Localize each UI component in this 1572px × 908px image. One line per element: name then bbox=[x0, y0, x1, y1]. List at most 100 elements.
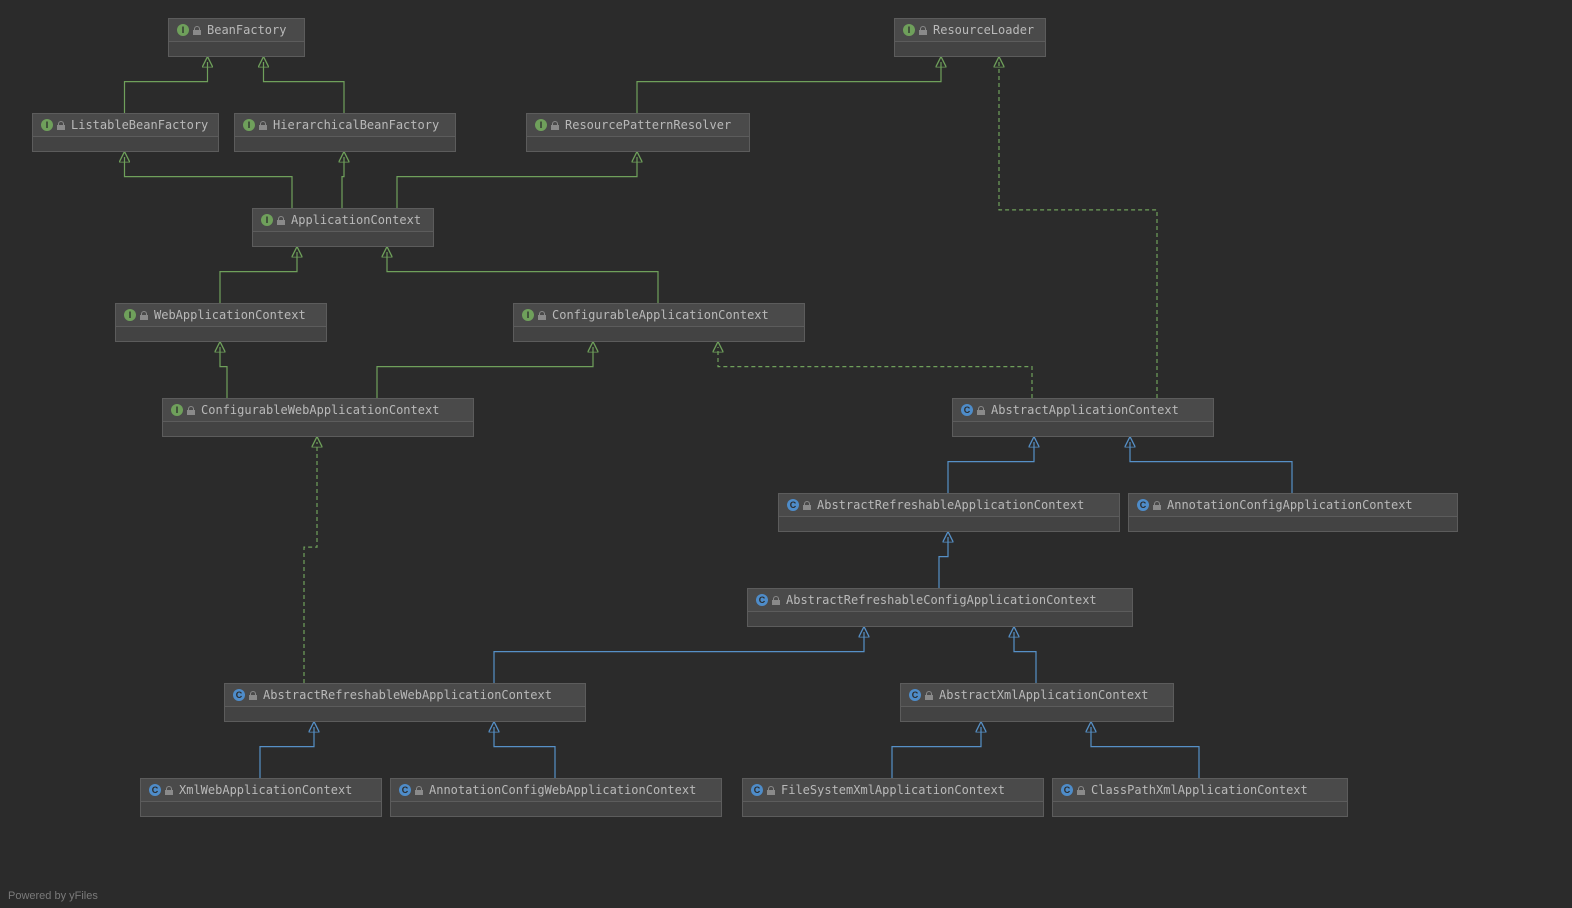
node-label: BeanFactory bbox=[207, 23, 286, 37]
node-body bbox=[163, 422, 473, 436]
node-label: WebApplicationContext bbox=[154, 308, 306, 322]
edge-annCfgWebAppCtx-to-absRefWebAppCtx bbox=[494, 727, 555, 778]
node-label: AbstractRefreshableConfigApplicationCont… bbox=[786, 593, 1097, 607]
class-icon: C bbox=[787, 499, 799, 511]
node-title: IConfigurableWebApplicationContext bbox=[163, 399, 473, 422]
uml-node-hierBF[interactable]: I HierarchicalBeanFactory bbox=[234, 113, 456, 152]
node-label: AbstractApplicationContext bbox=[991, 403, 1179, 417]
interface-icon: I bbox=[522, 309, 534, 321]
footer-text: Powered by yFiles bbox=[8, 890, 98, 902]
lock-icon bbox=[1077, 786, 1085, 795]
node-body bbox=[33, 137, 218, 151]
uml-node-resourceLoader[interactable]: IResourceLoader bbox=[894, 18, 1046, 57]
node-label: XmlWebApplicationContext bbox=[179, 783, 352, 797]
uml-node-beanFactory[interactable]: I BeanFactory bbox=[168, 18, 305, 57]
node-title: IResourceLoader bbox=[895, 19, 1045, 42]
node-title: C ClassPathXmlApplicationContext bbox=[1053, 779, 1347, 802]
node-body bbox=[895, 42, 1045, 56]
node-title: C AnnotationConfigApplicationContext bbox=[1129, 494, 1457, 517]
interface-icon: I bbox=[243, 119, 255, 131]
class-icon: C bbox=[1137, 499, 1149, 511]
node-body bbox=[527, 137, 749, 151]
node-title: CAbstractRefreshableWebApplicationContex… bbox=[225, 684, 585, 707]
node-title: I HierarchicalBeanFactory bbox=[235, 114, 455, 137]
edge-cfgWebAppCtx-to-webAppCtx bbox=[220, 347, 227, 398]
uml-node-absAppCtx[interactable]: C AbstractApplicationContext bbox=[952, 398, 1214, 437]
uml-node-cfgWebAppCtx[interactable]: IConfigurableWebApplicationContext bbox=[162, 398, 474, 437]
node-body bbox=[141, 802, 381, 816]
lock-icon bbox=[57, 121, 65, 130]
lock-icon bbox=[551, 121, 559, 130]
lock-icon bbox=[249, 691, 257, 700]
node-body bbox=[779, 517, 1119, 531]
edge-absRefCfgAppCtx-to-absRefAppCtx bbox=[939, 537, 948, 588]
uml-node-absRefCfgAppCtx[interactable]: C AbstractRefreshableConfigApplicationCon… bbox=[747, 588, 1133, 627]
node-label: AbstractXmlApplicationContext bbox=[939, 688, 1149, 702]
edge-absRefWebAppCtx-to-cfgWebAppCtx bbox=[304, 442, 317, 683]
class-icon: C bbox=[751, 784, 763, 796]
uml-node-annCfgAppCtx[interactable]: C AnnotationConfigApplicationContext bbox=[1128, 493, 1458, 532]
node-title: I WebApplicationContext bbox=[116, 304, 326, 327]
edge-xmlWebAppCtx-to-absRefWebAppCtx bbox=[260, 727, 314, 778]
uml-node-absRefAppCtx[interactable]: C AbstractRefreshableApplicationContext bbox=[778, 493, 1120, 532]
lock-icon bbox=[193, 26, 201, 35]
interface-icon: I bbox=[124, 309, 136, 321]
class-icon: C bbox=[399, 784, 411, 796]
node-label: HierarchicalBeanFactory bbox=[273, 118, 439, 132]
uml-node-webAppCtx[interactable]: I WebApplicationContext bbox=[115, 303, 327, 342]
interface-icon: I bbox=[903, 24, 915, 36]
class-icon: C bbox=[233, 689, 245, 701]
lock-icon bbox=[415, 786, 423, 795]
lock-icon bbox=[803, 501, 811, 510]
edge-absRefWebAppCtx-to-absRefCfgAppCtx bbox=[494, 632, 864, 683]
node-title: C AbstractRefreshableApplicationContext bbox=[779, 494, 1119, 517]
uml-node-xmlWebAppCtx[interactable]: C XmlWebApplicationContext bbox=[140, 778, 382, 817]
node-label: ConfigurableApplicationContext bbox=[552, 308, 769, 322]
interface-icon: I bbox=[535, 119, 547, 131]
node-label: ConfigurableWebApplicationContext bbox=[201, 403, 439, 417]
node-label: AbstractRefreshableApplicationContext bbox=[817, 498, 1084, 512]
node-title: C AbstractRefreshableConfigApplicationCon… bbox=[748, 589, 1132, 612]
lock-icon bbox=[187, 406, 195, 415]
class-icon: C bbox=[756, 594, 768, 606]
lock-icon bbox=[259, 121, 267, 130]
node-body bbox=[748, 612, 1132, 626]
interface-icon: I bbox=[41, 119, 53, 131]
uml-node-fsXmlAppCtx[interactable]: C FileSystemXmlApplicationContext bbox=[742, 778, 1044, 817]
uml-node-cfgAppCtx[interactable]: I ConfigurableApplicationContext bbox=[513, 303, 805, 342]
uml-node-annCfgWebAppCtx[interactable]: CAnnotationConfigWebApplicationContext bbox=[390, 778, 722, 817]
uml-node-resPatRes[interactable]: IResourcePatternResolver bbox=[526, 113, 750, 152]
node-label: ClassPathXmlApplicationContext bbox=[1091, 783, 1308, 797]
node-body bbox=[253, 232, 433, 246]
uml-node-absXmlAppCtx[interactable]: CAbstractXmlApplicationContext bbox=[900, 683, 1174, 722]
edge-appCtx-to-resPatRes bbox=[397, 157, 637, 208]
lock-icon bbox=[925, 691, 933, 700]
interface-icon: I bbox=[261, 214, 273, 226]
node-body bbox=[116, 327, 326, 341]
uml-node-cpXmlAppCtx[interactable]: C ClassPathXmlApplicationContext bbox=[1052, 778, 1348, 817]
node-label: FileSystemXmlApplicationContext bbox=[781, 783, 1005, 797]
edge-absRefAppCtx-to-absAppCtx bbox=[948, 442, 1034, 493]
lock-icon bbox=[767, 786, 775, 795]
diagram-canvas: I BeanFactory IResourceLoader IListableBean… bbox=[0, 0, 1572, 908]
node-body bbox=[901, 707, 1173, 721]
class-icon: C bbox=[961, 404, 973, 416]
uml-node-listableBF[interactable]: IListableBeanFactory bbox=[32, 113, 219, 152]
edge-appCtx-to-listableBF bbox=[125, 157, 293, 208]
interface-icon: I bbox=[177, 24, 189, 36]
edge-absXmlAppCtx-to-absRefCfgAppCtx bbox=[1014, 632, 1036, 683]
class-icon: C bbox=[1061, 784, 1073, 796]
node-title: CAnnotationConfigWebApplicationContext bbox=[391, 779, 721, 802]
lock-icon bbox=[772, 596, 780, 605]
node-body bbox=[391, 802, 721, 816]
node-title: C XmlWebApplicationContext bbox=[141, 779, 381, 802]
node-title: I ConfigurableApplicationContext bbox=[514, 304, 804, 327]
class-icon: C bbox=[149, 784, 161, 796]
edge-fsXmlAppCtx-to-absXmlAppCtx bbox=[892, 727, 981, 778]
uml-node-absRefWebAppCtx[interactable]: CAbstractRefreshableWebApplicationContex… bbox=[224, 683, 586, 722]
lock-icon bbox=[140, 311, 148, 320]
uml-node-appCtx[interactable]: IApplicationContext bbox=[252, 208, 434, 247]
edge-absAppCtx-to-cfgAppCtx bbox=[718, 347, 1032, 398]
node-body bbox=[743, 802, 1043, 816]
node-label: AnnotationConfigApplicationContext bbox=[1167, 498, 1413, 512]
